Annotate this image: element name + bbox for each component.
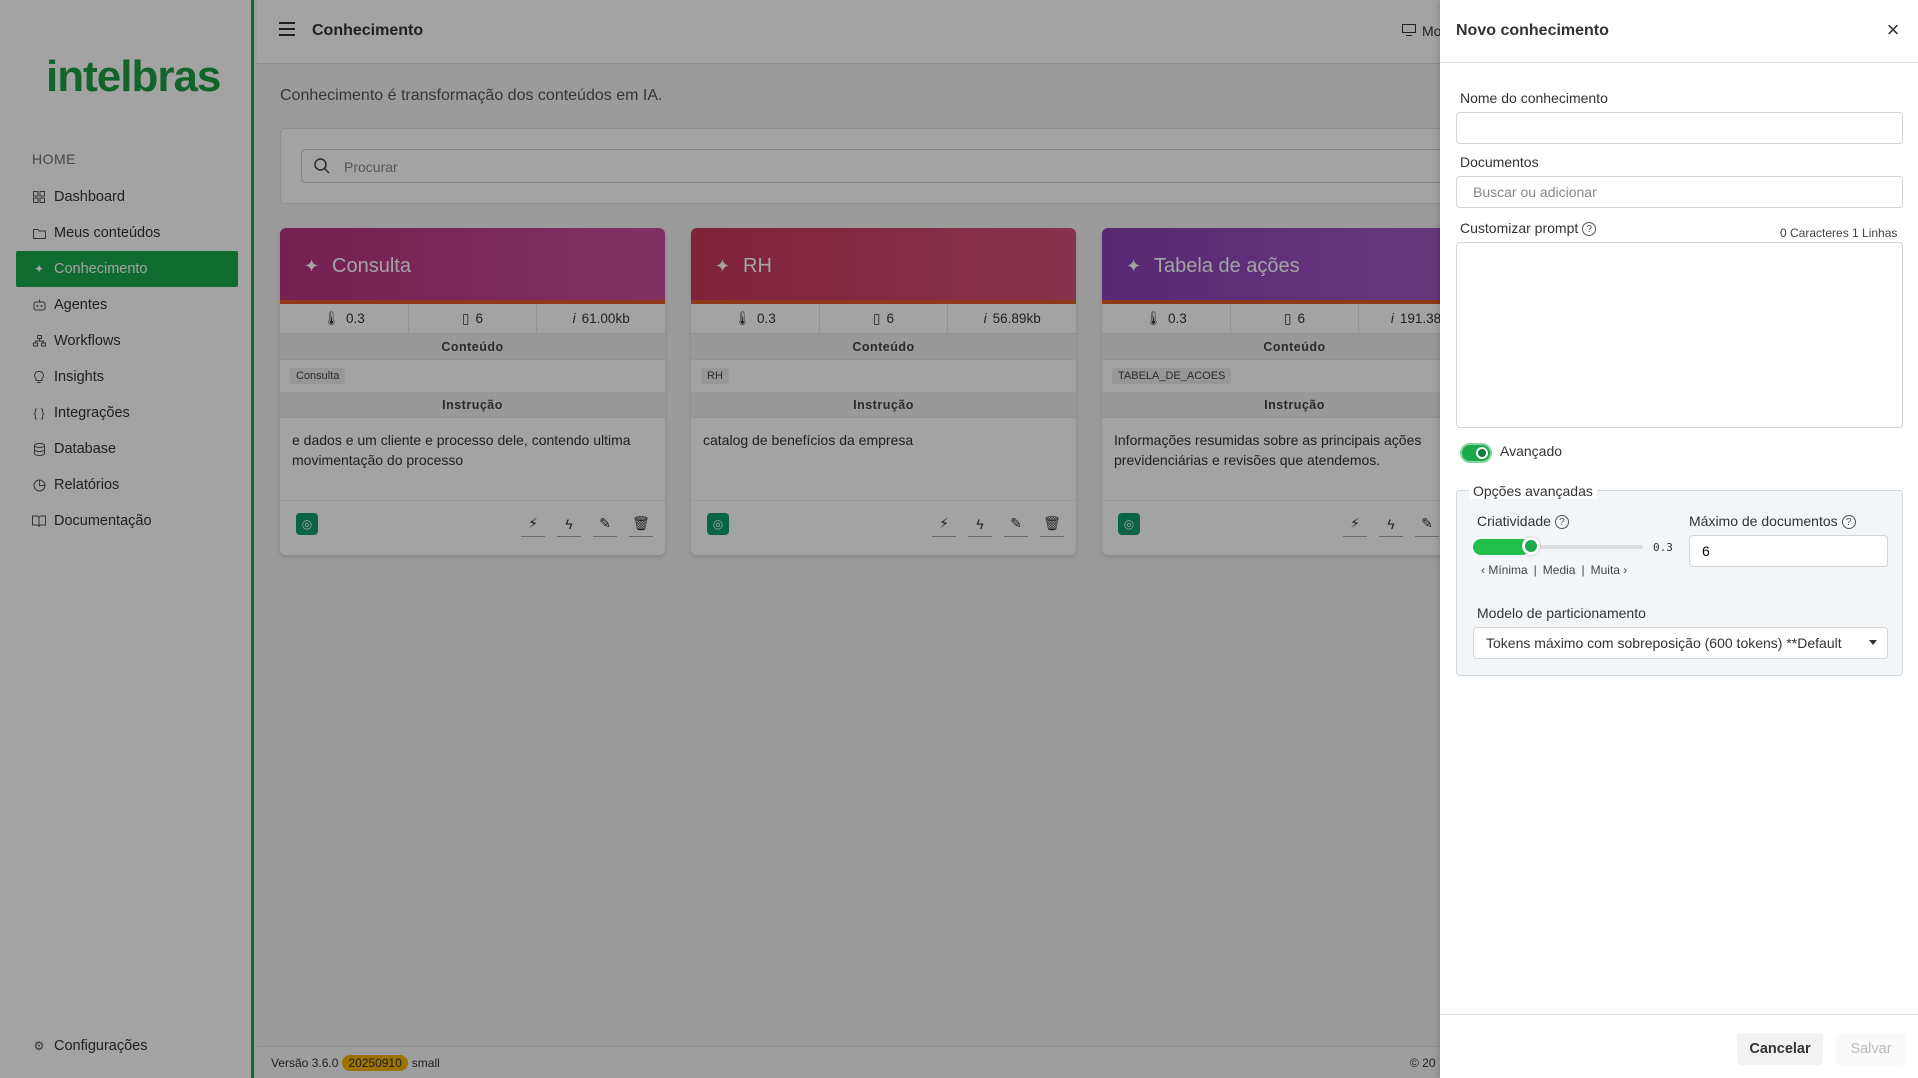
advanced-options-panel: Opções avançadas Criatividade? 0.3 ‹ Mín… bbox=[1456, 483, 1903, 676]
creativity-value: 0.3 bbox=[1653, 541, 1673, 554]
drawer-header: Novo conhecimento × bbox=[1440, 0, 1918, 63]
toggle-knob bbox=[1476, 447, 1488, 459]
partition-model-select[interactable]: Tokens máximo com sobreposição (600 toke… bbox=[1473, 627, 1888, 659]
advanced-options-legend: Opções avançadas bbox=[1469, 483, 1597, 499]
close-icon[interactable]: × bbox=[1881, 18, 1905, 42]
custom-prompt-textarea[interactable] bbox=[1456, 242, 1903, 428]
new-knowledge-drawer: Novo conhecimento × Nome do conhecimento… bbox=[1440, 0, 1918, 1078]
knowledge-name-input[interactable] bbox=[1456, 112, 1903, 144]
caret-down-icon bbox=[1869, 640, 1877, 645]
prompt-label: Customizar prompt bbox=[1460, 220, 1579, 236]
scale-max: Muita › bbox=[1590, 563, 1628, 577]
help-icon[interactable]: ? bbox=[1582, 222, 1597, 237]
drawer-title: Novo conhecimento bbox=[1456, 22, 1609, 39]
advanced-label: Avançado bbox=[1500, 443, 1563, 459]
advanced-toggle[interactable] bbox=[1460, 443, 1492, 463]
modal-backdrop[interactable] bbox=[0, 0, 1440, 1078]
partition-label: Modelo de particionamento bbox=[1477, 605, 1646, 621]
max-docs-label-row: Máximo de documentos? bbox=[1689, 513, 1856, 530]
help-icon[interactable]: ? bbox=[1554, 515, 1569, 530]
max-docs-label: Máximo de documentos bbox=[1689, 513, 1838, 529]
cancel-button[interactable]: Cancelar bbox=[1737, 1033, 1823, 1065]
creativity-label-row: Criatividade? bbox=[1477, 513, 1569, 530]
documents-search-input[interactable] bbox=[1456, 176, 1903, 208]
scale-min: ‹ Mínima bbox=[1481, 563, 1528, 577]
scale-sep: | bbox=[1533, 563, 1537, 577]
scale-sep: | bbox=[1581, 563, 1585, 577]
creativity-slider[interactable] bbox=[1473, 537, 1643, 555]
creativity-label: Criatividade bbox=[1477, 513, 1551, 529]
documents-label: Documentos bbox=[1460, 154, 1539, 170]
help-icon[interactable]: ? bbox=[1841, 515, 1856, 530]
partition-selected-value: Tokens máximo com sobreposição (600 toke… bbox=[1486, 635, 1842, 651]
scale-mid: Media bbox=[1542, 563, 1576, 577]
drawer-footer: Cancelar Salvar bbox=[1440, 1014, 1918, 1078]
name-label: Nome do conhecimento bbox=[1460, 90, 1608, 106]
max-documents-input[interactable] bbox=[1689, 535, 1888, 567]
prompt-counter: 0 Caracteres 1 Linhas bbox=[1780, 226, 1898, 240]
creativity-scale: ‹ Mínima | Media | Muita › bbox=[1481, 563, 1627, 577]
save-button[interactable]: Salvar bbox=[1836, 1033, 1906, 1065]
prompt-label-row: Customizar prompt? bbox=[1460, 220, 1597, 237]
creativity-slider-handle[interactable] bbox=[1522, 537, 1540, 555]
